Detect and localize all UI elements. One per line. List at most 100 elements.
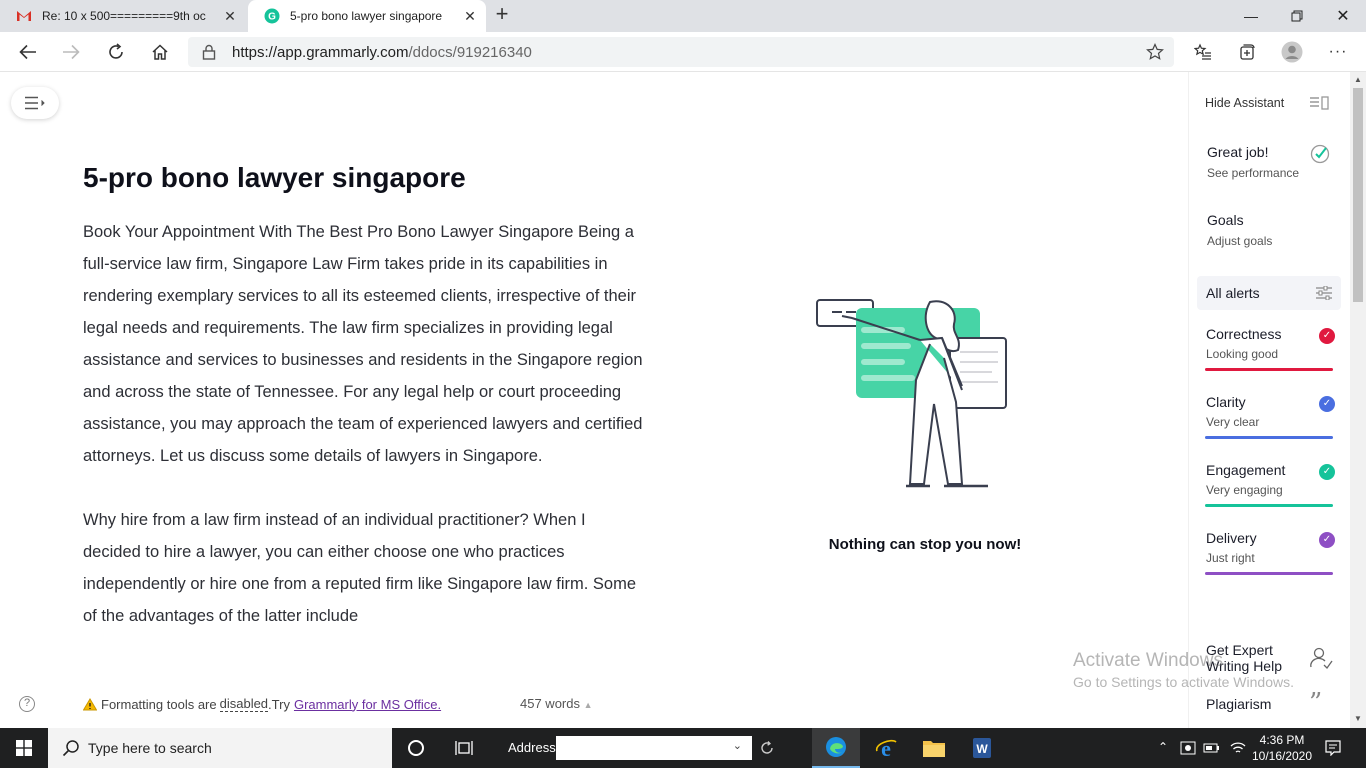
wifi-icon[interactable]	[1226, 728, 1250, 768]
search-icon	[62, 740, 79, 757]
category-bar	[1205, 504, 1333, 507]
category-status: Very engaging	[1206, 483, 1283, 497]
clock-date: 10/16/2020	[1251, 749, 1313, 763]
check-icon: ✓	[1319, 464, 1335, 480]
close-tab-icon[interactable]: ✕	[462, 8, 478, 24]
battery-icon[interactable]	[1200, 728, 1224, 768]
start-button[interactable]	[0, 728, 48, 768]
check-icon: ✓	[1319, 396, 1335, 412]
assistant-panel: Hide Assistant Great job! See performanc…	[1188, 72, 1350, 728]
url-text: https://app.grammarly.com/ddocs/91921634…	[232, 44, 532, 61]
svg-text:W: W	[976, 742, 988, 756]
category-clarity[interactable]: Clarity Very clear ✓	[1205, 394, 1335, 454]
performance-link[interactable]: See performance	[1207, 166, 1299, 180]
address-toolbar-label: Address	[508, 740, 556, 755]
new-tab-icon[interactable]: +	[491, 3, 513, 26]
svg-text:G: G	[268, 12, 276, 23]
category-status: Looking good	[1206, 347, 1279, 361]
category-bar	[1205, 368, 1333, 371]
goals-title[interactable]: Goals	[1207, 212, 1244, 228]
all-alerts-tab[interactable]: All alerts	[1197, 276, 1341, 310]
grammarly-editor: 5-pro bono lawyer singapore Book Your Ap…	[0, 72, 1350, 728]
close-window-icon[interactable]: ✕	[1320, 0, 1366, 32]
notice-disabled: disabled	[219, 696, 269, 712]
notifications-icon[interactable]	[1318, 728, 1348, 768]
editor-status-bar: ? Formatting tools are disabled .Try Gram…	[0, 690, 1180, 720]
formatting-notice: Formatting tools are disabled .Try Gramma…	[83, 696, 441, 712]
restore-icon[interactable]	[1274, 0, 1320, 32]
category-name: Correctness	[1206, 326, 1282, 342]
favorites-list-icon[interactable]	[1189, 38, 1217, 66]
address-toolbar-input[interactable]: ⌄	[556, 736, 752, 760]
expert-person-icon	[1310, 647, 1333, 670]
collections-icon[interactable]	[1233, 38, 1261, 66]
category-name: Engagement	[1206, 462, 1286, 478]
tab-strip: Re: 10 x 500=========9th oc ✕ G 5-pro bo…	[0, 0, 1366, 32]
hide-assistant-button[interactable]: Hide Assistant	[1205, 96, 1284, 110]
windows-taskbar: Type here to search Address ⌄ e W ⌃ 4:36…	[0, 728, 1366, 768]
performance-title[interactable]: Great job!	[1207, 144, 1268, 160]
word-count[interactable]: 457 words ▲	[520, 696, 593, 711]
tab-title: 5-pro bono lawyer singapore	[290, 9, 443, 23]
home-icon[interactable]	[146, 38, 174, 66]
document-paragraph[interactable]: Why hire from a law firm instead of an i…	[83, 504, 643, 632]
lock-icon	[202, 44, 216, 65]
url-host: https://app.grammarly.com	[232, 44, 409, 61]
person-presenting-illustration	[816, 299, 1007, 488]
forward-icon[interactable]	[57, 38, 85, 66]
security-center-icon[interactable]	[1176, 728, 1200, 768]
grammarly-icon: G	[264, 8, 280, 24]
word-app-icon[interactable]: W	[958, 728, 1006, 768]
category-delivery[interactable]: Delivery Just right ✓	[1205, 530, 1335, 590]
category-bar	[1205, 436, 1333, 439]
windows-logo-icon	[16, 740, 32, 756]
hamburger-icon	[25, 96, 45, 110]
minimize-icon[interactable]: —	[1228, 0, 1274, 32]
page-scrollbar[interactable]: ▲ ▼	[1350, 72, 1366, 728]
document-body[interactable]: Book Your Appointment With The Best Pro …	[83, 216, 643, 678]
filter-sliders-icon[interactable]	[1315, 286, 1333, 300]
illustration-caption: Nothing can stop you now!	[828, 536, 1022, 553]
profile-avatar-icon[interactable]	[1278, 38, 1306, 66]
word-count-text: 457 words	[520, 696, 580, 711]
notice-try: .Try	[268, 696, 290, 712]
panel-toggle-icon[interactable]	[1309, 96, 1329, 110]
chevron-up-icon[interactable]: ⌃	[1158, 740, 1168, 754]
tab-grammarly[interactable]: G 5-pro bono lawyer singapore ✕	[248, 0, 486, 32]
check-circle-icon	[1310, 144, 1330, 164]
category-status: Just right	[1206, 551, 1255, 565]
navigation-bar: https://app.grammarly.com/ddocs/91921634…	[0, 32, 1366, 72]
scrollbar-thumb[interactable]	[1353, 88, 1363, 302]
file-explorer-icon[interactable]	[910, 728, 958, 768]
more-menu-icon[interactable]: ···	[1324, 38, 1352, 66]
category-engagement[interactable]: Engagement Very engaging ✓	[1205, 462, 1335, 522]
tab-gmail[interactable]: Re: 10 x 500=========9th oc ✕	[0, 0, 246, 32]
document-paragraph[interactable]: Book Your Appointment With The Best Pro …	[83, 216, 643, 472]
gmail-icon	[16, 8, 32, 24]
check-icon: ✓	[1319, 328, 1335, 344]
scroll-up-icon[interactable]: ▲	[1354, 75, 1362, 84]
document-menu-button[interactable]	[11, 87, 59, 119]
goals-link[interactable]: Adjust goals	[1207, 234, 1272, 248]
back-icon[interactable]	[14, 38, 42, 66]
address-bar[interactable]: https://app.grammarly.com/ddocs/91921634…	[188, 37, 1174, 67]
internet-explorer-icon[interactable]: e	[862, 728, 910, 768]
taskbar-search[interactable]: Type here to search	[48, 728, 392, 768]
chevron-down-icon[interactable]: ⌄	[733, 739, 742, 752]
scroll-down-icon[interactable]: ▼	[1354, 714, 1362, 723]
ms-office-link[interactable]: Grammarly for MS Office.	[294, 697, 441, 712]
cortana-icon[interactable]	[392, 728, 440, 768]
expert-help-link[interactable]: Get Expert Writing Help	[1206, 642, 1296, 674]
system-clock[interactable]: 4:36 PM 10/16/2020	[1250, 732, 1314, 764]
help-icon[interactable]: ?	[19, 696, 35, 712]
address-go-icon[interactable]	[752, 728, 782, 768]
document-title[interactable]: 5-pro bono lawyer singapore	[83, 162, 466, 194]
close-tab-icon[interactable]: ✕	[222, 8, 238, 24]
category-correctness[interactable]: Correctness Looking good ✓	[1205, 326, 1335, 386]
warning-icon	[83, 697, 97, 710]
edge-taskbar-icon[interactable]	[812, 728, 860, 768]
task-view-icon[interactable]	[440, 728, 488, 768]
refresh-icon[interactable]	[102, 38, 130, 66]
favorite-star-icon[interactable]	[1146, 43, 1164, 66]
plagiarism-link[interactable]: Plagiarism	[1206, 696, 1271, 712]
